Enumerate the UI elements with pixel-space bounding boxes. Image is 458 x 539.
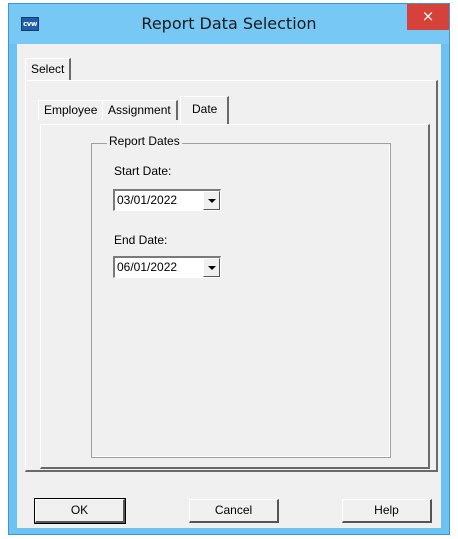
end-date-combo[interactable]: 06/01/2022 [113, 256, 221, 278]
end-date-value: 06/01/2022 [117, 260, 178, 274]
window-title: Report Data Selection [141, 14, 317, 33]
start-date-label: Start Date: [114, 164, 172, 178]
report-dates-group-label: Report Dates [107, 134, 182, 148]
help-button[interactable]: Help [342, 499, 432, 523]
cancel-button[interactable]: Cancel [189, 499, 279, 523]
start-date-combo[interactable]: 03/01/2022 [113, 189, 221, 211]
end-date-dropdown-button[interactable] [203, 258, 220, 277]
start-date-dropdown-button[interactable] [203, 191, 220, 210]
tab-assignment[interactable]: Assignment [102, 100, 178, 120]
dialog-client-area: Select Employee Assignment Date Report D… [17, 44, 441, 528]
tab-date-label: Date [192, 102, 218, 116]
tab-date[interactable]: Date [180, 96, 229, 124]
ok-button[interactable]: OK [34, 498, 126, 524]
start-date-value: 03/01/2022 [117, 193, 178, 207]
tab-select-label: Select [31, 62, 65, 76]
chevron-down-icon [208, 266, 216, 270]
close-icon: × [421, 7, 435, 25]
chevron-down-icon [208, 199, 216, 203]
tab-assignment-label: Assignment [108, 103, 171, 117]
end-date-label: End Date: [114, 233, 168, 247]
close-button[interactable]: × [407, 4, 449, 30]
tab-employee-label: Employee [44, 103, 98, 117]
tab-select[interactable]: Select [25, 58, 72, 80]
dialog-window: cvw Report Data Selection × Select Emplo… [8, 3, 450, 535]
tab-employee[interactable]: Employee [38, 100, 105, 120]
title-bar[interactable]: cvw Report Data Selection × [9, 4, 449, 44]
